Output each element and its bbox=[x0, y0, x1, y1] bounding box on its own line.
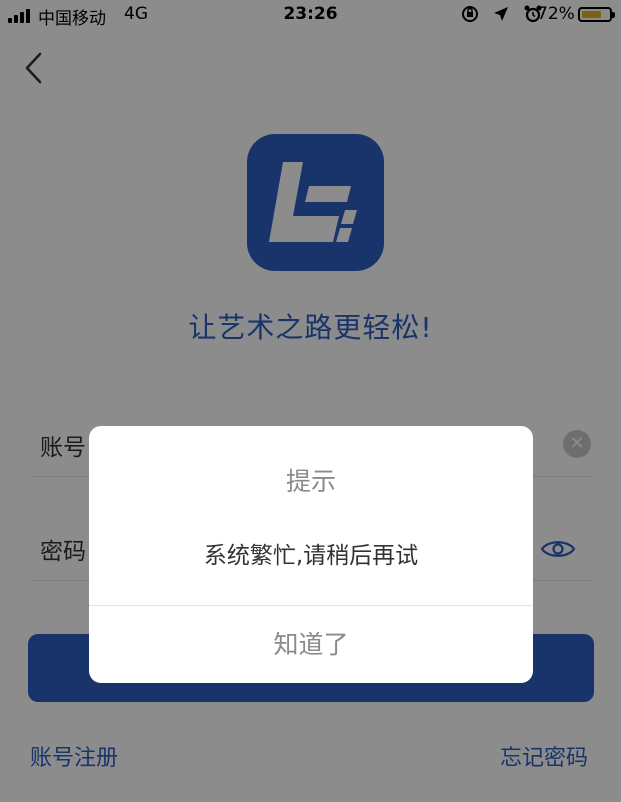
dialog-message: 系统繁忙,请稍后再试 bbox=[203, 543, 419, 569]
login-screen: 中国移动 4G 23:26 72% 让艺术之路更轻松! 账号 ✕ 密码 账号注册… bbox=[0, 0, 621, 802]
alert-dialog: 提示 系统繁忙,请稍后再试 知道了 bbox=[89, 426, 533, 683]
dialog-confirm-button[interactable]: 知道了 bbox=[89, 606, 533, 683]
dialog-title: 提示 bbox=[285, 467, 336, 496]
